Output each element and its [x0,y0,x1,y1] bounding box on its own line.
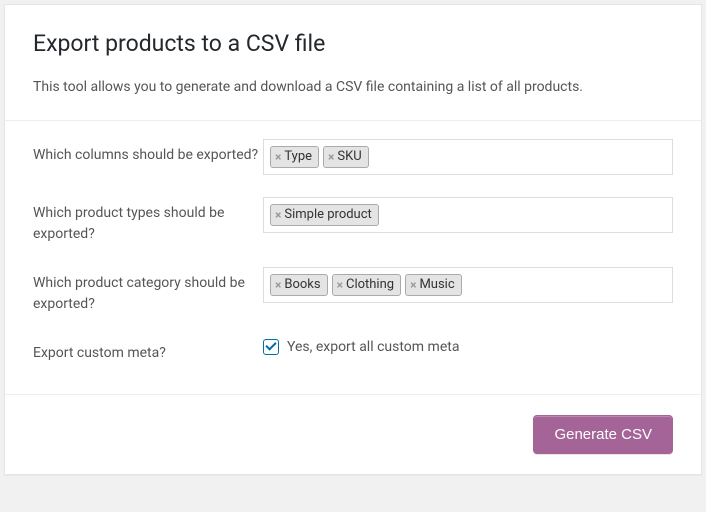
close-icon[interactable]: × [275,279,281,291]
label-categories: Which product category should be exporte… [33,267,263,315]
tag-label: Type [284,148,312,166]
row-categories: Which product category should be exporte… [33,267,673,315]
close-icon[interactable]: × [275,209,281,221]
tag-label: Simple product [284,206,371,224]
tag[interactable]: ×Type [270,146,319,168]
tag-label: Clothing [346,276,394,294]
close-icon[interactable]: × [410,279,416,291]
page-title: Export products to a CSV file [33,29,673,59]
generate-csv-button[interactable]: Generate CSV [533,415,673,454]
tag[interactable]: ×Music [405,274,462,296]
form-section: Which columns should be exported? ×Type×… [5,120,701,394]
tag-label: Books [284,276,320,294]
label-meta: Export custom meta? [33,337,263,364]
row-meta: Export custom meta? Yes, export all cust… [33,337,673,364]
categories-input[interactable]: ×Books×Clothing×Music [263,267,673,303]
label-columns: Which columns should be exported? [33,139,263,166]
tag[interactable]: ×Clothing [332,274,401,296]
meta-checkbox[interactable] [263,339,279,355]
close-icon[interactable]: × [337,279,343,291]
page-description: This tool allows you to generate and dow… [33,77,673,98]
export-panel: Export products to a CSV file This tool … [4,4,702,475]
tag-label: SKU [337,148,361,166]
tag[interactable]: ×SKU [323,146,369,168]
row-columns: Which columns should be exported? ×Type×… [33,139,673,175]
close-icon[interactable]: × [275,151,281,163]
meta-checkbox-label[interactable]: Yes, export all custom meta [287,339,459,355]
panel-footer: Generate CSV [5,394,701,474]
tag-label: Music [419,276,454,294]
close-icon[interactable]: × [328,151,334,163]
meta-checkbox-row: Yes, export all custom meta [263,337,673,355]
types-input[interactable]: ×Simple product [263,197,673,233]
columns-input[interactable]: ×Type×SKU [263,139,673,175]
tag[interactable]: ×Books [270,274,328,296]
panel-header: Export products to a CSV file This tool … [5,5,701,120]
row-types: Which product types should be exported? … [33,197,673,245]
tag[interactable]: ×Simple product [270,204,379,226]
label-types: Which product types should be exported? [33,197,263,245]
